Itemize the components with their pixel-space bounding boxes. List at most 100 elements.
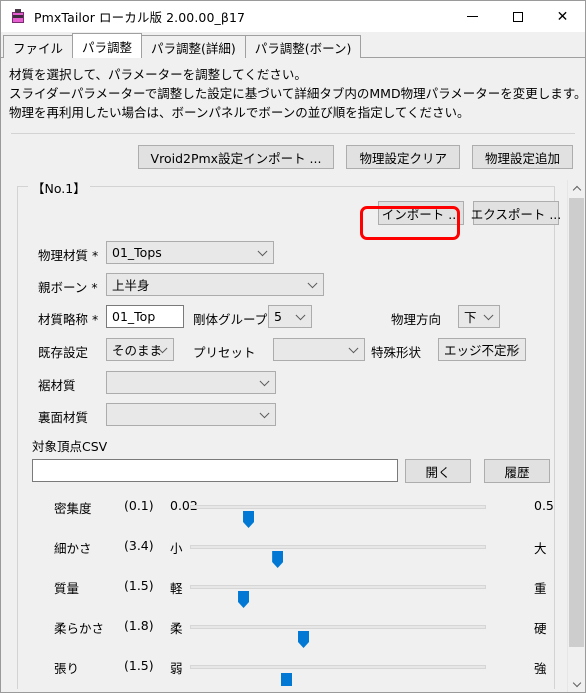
- parent-bone-value: 上半身: [112, 278, 150, 293]
- csv-label-row: 対象頂点CSV: [18, 436, 554, 456]
- material-abbrev-value: 01_Top: [112, 309, 156, 324]
- existing-preset-shape-row: 既存設定 そのまま プリセット 特殊形状 エッジ不定形: [18, 338, 554, 362]
- chevron-down-icon: [483, 309, 494, 320]
- physics-material-label: 物理材質 *: [38, 248, 99, 263]
- app-icon: [10, 8, 26, 25]
- import-button[interactable]: インポート ...: [378, 201, 464, 225]
- slider-paren-density: (0.1): [124, 498, 154, 513]
- special-shape-select[interactable]: エッジ不定形: [438, 338, 526, 361]
- existing-setting-label: 既存設定: [38, 345, 89, 360]
- application-window: PmxTailor ローカル版 2.00.00_β17 ✕ ファイル パラ調整 …: [0, 0, 586, 693]
- slider-max-density: 0.5: [534, 498, 554, 513]
- abbrev-group-direction-row: 材質略称 * 01_Top 剛体グループ * 5 物理方向 下: [18, 305, 554, 329]
- description-line-3: 物理を再利用したい場合は、ボーンパネルでボーンの並び順を指定してください。: [9, 105, 470, 120]
- physics-clear-button[interactable]: 物理設定クリア: [346, 145, 460, 169]
- slider-track-fineness[interactable]: [190, 545, 486, 568]
- special-shape-label: 特殊形状: [371, 345, 422, 360]
- tab-para-adjust[interactable]: パラ調整: [72, 33, 143, 58]
- physics-direction-value: 下: [464, 310, 477, 325]
- csv-label: 対象頂点CSV: [32, 439, 108, 454]
- tab-bar: ファイル パラ調整 パラ調整(詳細) パラ調整(ボーン): [1, 32, 585, 58]
- slider-max-softness: 硬: [534, 621, 547, 636]
- slider-track-mass[interactable]: [190, 585, 486, 608]
- scroll-up-button[interactable]: [568, 180, 585, 197]
- chevron-down-icon: [259, 375, 270, 386]
- chevron-down-icon: [307, 277, 318, 288]
- status-strip: [1, 689, 585, 692]
- csv-path-input[interactable]: [32, 459, 398, 482]
- slider-thumb-softness[interactable]: [298, 631, 310, 648]
- material-abbrev-input[interactable]: 01_Top: [106, 305, 184, 328]
- physics-direction-label: 物理方向: [391, 312, 442, 327]
- scrollbar-thumb[interactable]: [569, 198, 584, 647]
- slider-min-tension: 弱: [170, 661, 183, 676]
- slider-max-fineness: 大: [534, 541, 547, 556]
- physics-material-select[interactable]: 01_Tops: [106, 241, 274, 264]
- material-settings-group: 【No.1】 インポート ... エクスポート ... 物理材質 * 01_To…: [17, 180, 561, 692]
- parent-bone-select[interactable]: 上半身: [106, 273, 324, 296]
- csv-history-button[interactable]: 履歴: [484, 459, 550, 483]
- title-bar: PmxTailor ローカル版 2.00.00_β17 ✕: [1, 1, 585, 32]
- action-button-row: Vroid2Pmx設定インポート ... 物理設定クリア 物理設定追加: [1, 134, 585, 180]
- vertical-scrollbar[interactable]: [567, 180, 585, 692]
- slider-track-density[interactable]: [190, 505, 486, 528]
- physics-add-button[interactable]: 物理設定追加: [471, 145, 573, 169]
- slider-paren-softness: (1.8): [124, 618, 154, 633]
- maximize-button[interactable]: [495, 1, 540, 32]
- chevron-up-icon: [572, 185, 581, 194]
- slider-paren-tension: (1.5): [124, 658, 154, 673]
- csv-open-button[interactable]: 開く: [405, 459, 471, 483]
- physics-material-value: 01_Tops: [112, 245, 162, 260]
- slider-track-softness[interactable]: [190, 625, 486, 648]
- slider-thumb-density[interactable]: [243, 511, 255, 528]
- preset-label: プリセット: [193, 345, 256, 360]
- chevron-down-icon: [572, 678, 581, 687]
- slider-thumb-tension[interactable]: [280, 673, 292, 686]
- slider-track-tension[interactable]: [190, 665, 486, 686]
- window-controls: ✕: [450, 1, 585, 32]
- preset-select[interactable]: [273, 338, 365, 361]
- existing-setting-select[interactable]: そのまま: [106, 338, 174, 361]
- scroll-down-button[interactable]: [568, 675, 585, 692]
- slider-label-density: 密集度: [54, 501, 92, 516]
- settings-scroll-area: 【No.1】 インポート ... エクスポート ... 物理材質 * 01_To…: [9, 180, 585, 692]
- hem-material-row: 裾材質: [18, 371, 554, 395]
- slider-row-mass: 質量 (1.5) 軽 重: [18, 573, 554, 608]
- physics-material-row: 物理材質 * 01_Tops: [18, 241, 554, 265]
- back-material-select[interactable]: [106, 403, 276, 426]
- group-title: 【No.1】: [28, 180, 90, 197]
- slider-paren-fineness: (3.4): [124, 538, 154, 553]
- description-text: 材質を選択して、パラメーターを調整してください。 スライダーパラメーターで調整し…: [1, 58, 586, 122]
- slider-min-softness: 柔: [170, 621, 183, 636]
- tab-file[interactable]: ファイル: [3, 35, 74, 58]
- chevron-down-icon: [259, 407, 270, 418]
- hem-material-label: 裾材質: [38, 378, 76, 393]
- physics-direction-select[interactable]: 下: [458, 305, 500, 328]
- rigid-group-label: 剛体グループ *: [193, 312, 278, 327]
- existing-setting-value: そのまま: [112, 343, 163, 358]
- slider-row-tension: 張り (1.5) 弱 強: [18, 653, 554, 686]
- tab-para-adjust-detail[interactable]: パラ調整(詳細): [141, 35, 246, 58]
- chevron-down-icon: [295, 309, 306, 320]
- description-line-2: スライダーパラメーターで調整した設定に基づいて詳細タブ内のMMD物理パラメーター…: [9, 86, 586, 101]
- rigid-group-value: 5: [274, 309, 282, 324]
- parent-bone-row: 親ボーン * 上半身: [18, 273, 554, 297]
- special-shape-value: エッジ不定形: [444, 343, 520, 358]
- slider-label-mass: 質量: [54, 581, 80, 596]
- slider-max-tension: 強: [534, 661, 547, 676]
- minimize-button[interactable]: [450, 1, 495, 32]
- tab-para-adjust-bone[interactable]: パラ調整(ボーン): [244, 35, 362, 58]
- rigid-group-select[interactable]: 5: [268, 305, 312, 328]
- vroid2pmx-import-button[interactable]: Vroid2Pmx設定インポート ...: [137, 145, 335, 169]
- slider-min-fineness: 小: [170, 541, 183, 556]
- export-button[interactable]: エクスポート ...: [471, 201, 561, 225]
- slider-thumb-fineness[interactable]: [272, 551, 284, 568]
- close-button[interactable]: ✕: [540, 1, 585, 32]
- slider-thumb-mass[interactable]: [238, 591, 250, 608]
- parent-bone-label: 親ボーン *: [38, 280, 98, 295]
- hem-material-select[interactable]: [106, 371, 276, 394]
- slider-label-fineness: 細かさ: [54, 541, 92, 556]
- back-material-label: 裏面材質: [38, 410, 89, 425]
- slider-max-mass: 重: [534, 581, 547, 596]
- slider-row-density: 密集度 (0.1) 0.02 0.5: [18, 493, 554, 528]
